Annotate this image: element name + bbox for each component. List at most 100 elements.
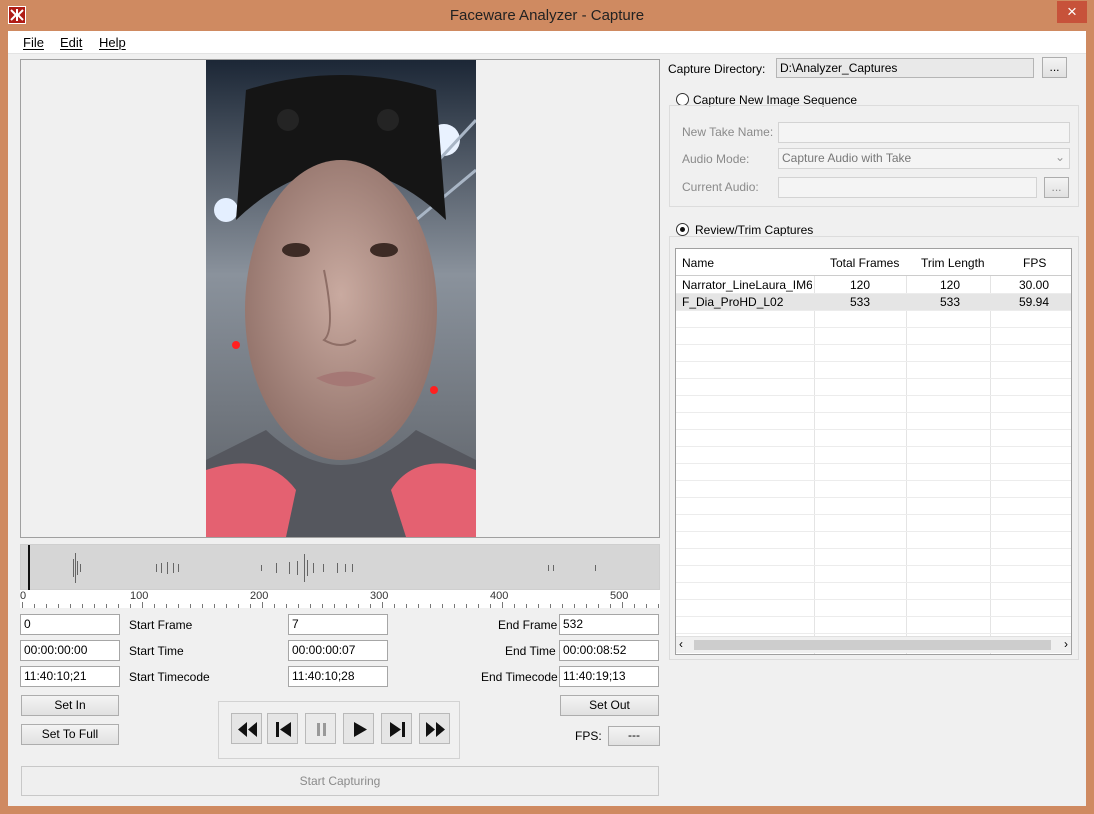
ruler-tick	[442, 604, 443, 608]
start-time-field[interactable]: 00:00:00:00	[20, 640, 120, 661]
table-grid-line	[676, 310, 1071, 311]
capture-window: Faceware Analyzer - Capture × File Edit …	[0, 0, 1094, 814]
set-out-button[interactable]: Set Out	[560, 695, 659, 716]
ruler-tick	[334, 604, 335, 608]
ruler-tick	[514, 604, 515, 608]
window-title: Faceware Analyzer - Capture	[449, 7, 645, 24]
audio-mode-select[interactable]: Capture Audio with Take ⌄	[778, 148, 1070, 169]
column-header-total-frames[interactable]: Total Frames	[830, 256, 899, 270]
fps-cell: 30.00	[1019, 278, 1050, 292]
end-frame-field[interactable]: 532	[559, 614, 659, 635]
ruler-tick	[634, 604, 635, 608]
table-grid-line	[676, 480, 1071, 481]
column-header-trim-length[interactable]: Trim Length	[921, 256, 985, 270]
table-grid-line	[676, 327, 1071, 328]
ruler-tick	[274, 604, 275, 608]
ruler-tick	[250, 604, 251, 608]
table-grid-line	[676, 582, 1071, 583]
table-row[interactable]: Narrator_LineLaura_IM6.... 120 120 30.00	[676, 277, 1071, 294]
trim-length-cell: 533	[940, 295, 961, 309]
scroll-thumb[interactable]	[694, 640, 1051, 650]
ruler-tick	[214, 604, 215, 608]
ruler-tick	[82, 604, 83, 608]
table-grid-line	[676, 616, 1071, 617]
ruler-tick	[94, 604, 95, 608]
current-time-field[interactable]: 00:00:00:07	[288, 640, 388, 661]
table-horizontal-scrollbar[interactable]: ‹ ›	[676, 636, 1071, 653]
capture-name-cell: F_Dia_ProHD_L02	[682, 295, 784, 309]
capture-video-frame	[206, 60, 476, 537]
trim-length-cell: 120	[940, 278, 961, 292]
table-grid-line	[676, 463, 1071, 464]
ruler-tick	[418, 604, 419, 608]
captures-table[interactable]: Name Total Frames Trim Length FPS Narrat…	[675, 248, 1072, 655]
step-back-icon[interactable]	[267, 713, 298, 744]
chevron-down-icon: ⌄	[1054, 150, 1065, 164]
menu-bar: File Edit Help	[8, 31, 1086, 54]
ruler-label-300: 300	[370, 590, 389, 602]
table-grid-line	[676, 446, 1071, 447]
ruler-tick	[394, 604, 395, 608]
table-grid-line	[676, 412, 1071, 413]
review-trim-captures-label: Review/Trim Captures	[695, 223, 814, 237]
current-timecode-field[interactable]: 11:40:10;28	[288, 666, 388, 687]
review-trim-captures-radio[interactable]	[676, 223, 689, 236]
browse-audio-button[interactable]: ...	[1044, 177, 1069, 198]
ruler-tick	[478, 604, 479, 608]
ruler-tick	[574, 604, 575, 608]
ruler-tick	[406, 604, 407, 608]
ruler-label-0: 0	[20, 590, 27, 602]
total-frames-cell: 533	[850, 295, 871, 309]
start-time-label: Start Time	[129, 644, 184, 658]
ruler-label-100: 100	[130, 590, 149, 602]
table-row[interactable]: F_Dia_ProHD_L02 533 533 59.94	[676, 294, 1071, 311]
play-icon[interactable]	[343, 713, 374, 744]
table-header: Name Total Frames Trim Length FPS	[676, 249, 1071, 276]
set-in-button[interactable]: Set In	[21, 695, 119, 716]
capture-directory-field[interactable]: D:\Analyzer_Captures	[776, 58, 1034, 78]
ruler-label-200: 200	[250, 590, 269, 602]
ruler-tick	[190, 604, 191, 608]
table-grid-line	[676, 531, 1071, 532]
pause-icon[interactable]	[305, 713, 336, 744]
close-button[interactable]: ×	[1057, 1, 1087, 23]
new-take-name-label: New Take Name:	[682, 125, 774, 139]
set-to-full-button[interactable]: Set To Full	[21, 724, 119, 745]
step-forward-icon[interactable]	[381, 713, 412, 744]
column-header-fps[interactable]: FPS	[1023, 256, 1046, 270]
table-grid-line	[676, 378, 1071, 379]
start-timecode-field[interactable]: 11:40:10;21	[20, 666, 120, 687]
scroll-left-icon[interactable]: ‹	[679, 637, 683, 651]
ruler-label-500: 500	[610, 590, 629, 602]
frame-ruler[interactable]: 0 100 200 300 400 500	[20, 590, 660, 608]
browse-directory-button[interactable]: ...	[1042, 57, 1067, 78]
ruler-tick	[526, 604, 527, 608]
current-frame-field[interactable]: 7	[288, 614, 388, 635]
column-header-name[interactable]: Name	[682, 256, 714, 270]
client-area: File Edit Help 0 100 200 300 400 500 0 S…	[8, 31, 1086, 806]
end-time-field[interactable]: 00:00:08:52	[559, 640, 659, 661]
table-grid-line	[676, 548, 1071, 549]
menu-edit[interactable]: Edit	[60, 35, 82, 50]
menu-file[interactable]: File	[23, 35, 44, 50]
total-frames-cell: 120	[850, 278, 871, 292]
end-timecode-field[interactable]: 11:40:19;13	[559, 666, 659, 687]
start-capturing-button[interactable]: Start Capturing	[21, 766, 659, 796]
new-take-name-field[interactable]	[778, 122, 1070, 143]
fast-forward-icon[interactable]	[419, 713, 450, 744]
ruler-tick	[310, 604, 311, 608]
menu-help[interactable]: Help	[99, 35, 126, 50]
ruler-tick	[658, 604, 659, 608]
start-frame-field[interactable]: 0	[20, 614, 120, 635]
ruler-tick	[58, 604, 59, 608]
current-audio-field[interactable]	[778, 177, 1037, 198]
ruler-tick	[286, 604, 287, 608]
ruler-tick	[46, 604, 47, 608]
table-grid-line	[676, 497, 1071, 498]
rewind-icon[interactable]	[231, 713, 262, 744]
audio-waveform[interactable]	[20, 544, 660, 607]
ruler-tick	[262, 602, 263, 608]
scroll-right-icon[interactable]: ›	[1064, 637, 1068, 651]
start-timecode-label: Start Timecode	[129, 670, 210, 684]
capture-name-cell: Narrator_LineLaura_IM6....	[682, 278, 812, 292]
